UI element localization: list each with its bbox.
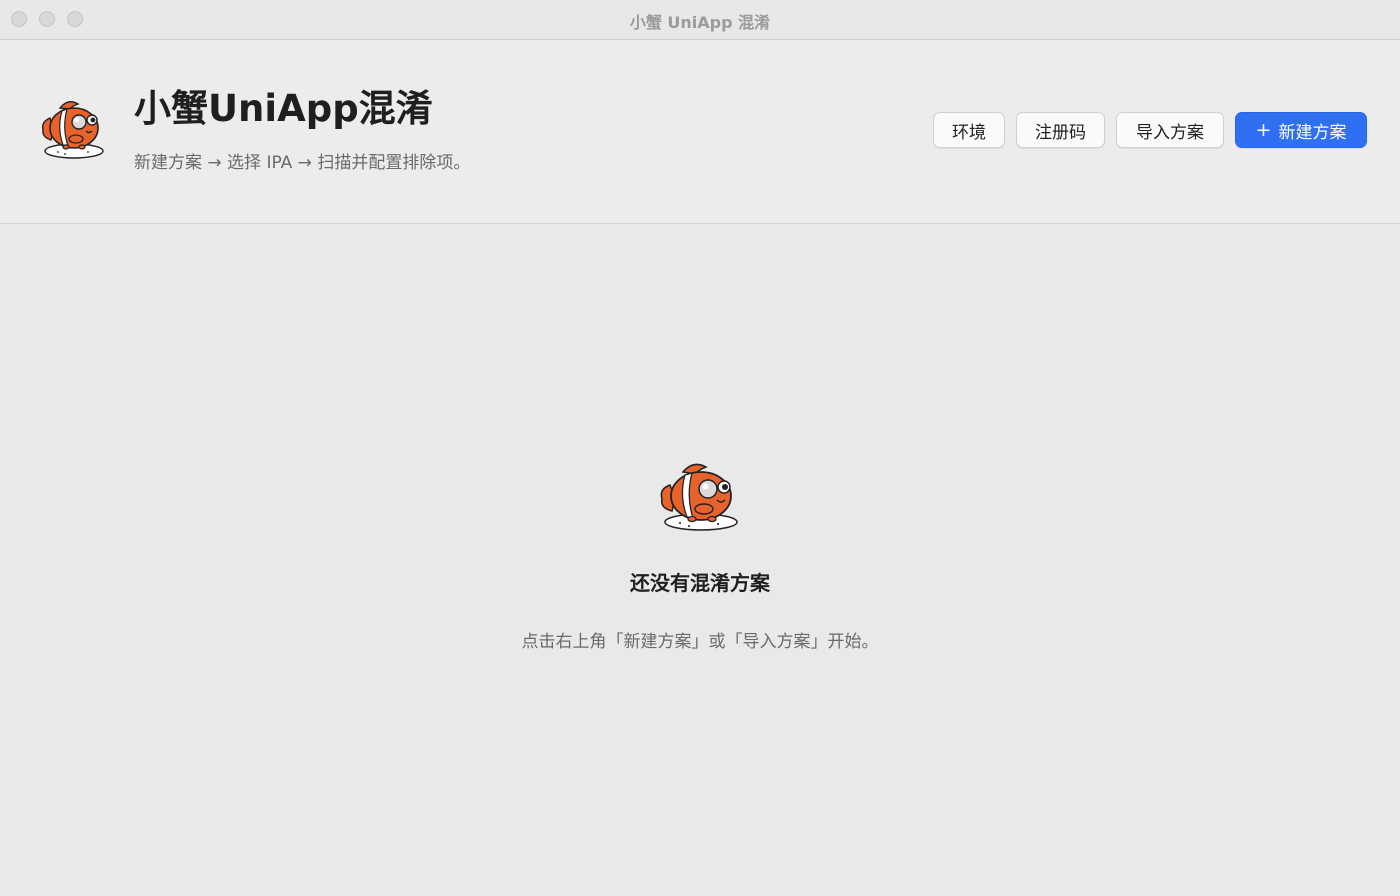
empty-state-hint: 点击右上角「新建方案」或「导入方案」开始。 [521, 632, 879, 652]
header: 小蟹UniApp混淆 新建方案 → 选择 IPA → 扫描并配置排除项。 环境 … [0, 40, 1400, 224]
registration-code-button-label: 注册码 [1035, 122, 1086, 143]
app-subtitle: 新建方案 → 选择 IPA → 扫描并配置排除项。 [134, 153, 471, 173]
empty-state-title: 还没有混淆方案 [630, 571, 770, 595]
new-plan-button[interactable]: + 新建方案 [1235, 112, 1367, 148]
clownfish-logo-icon [41, 101, 104, 159]
new-plan-button-label: 新建方案 [1278, 122, 1347, 143]
import-plan-button-label: 导入方案 [1136, 122, 1204, 143]
registration-code-button[interactable]: 注册码 [1016, 112, 1105, 148]
environment-button-label: 环境 [952, 122, 986, 143]
app-window: 小蟹 UniApp 混淆 小蟹UniApp混淆 新建方案 → 选择 IPA → … [0, 0, 1400, 896]
title-bar: 小蟹 UniApp 混淆 [0, 0, 1400, 40]
plus-icon: + [1255, 119, 1272, 141]
environment-button[interactable]: 环境 [933, 112, 1005, 148]
window-title: 小蟹 UniApp 混淆 [629, 13, 771, 32]
empty-state: 还没有混淆方案 点击右上角「新建方案」或「导入方案」开始。 [0, 224, 1400, 896]
import-plan-button[interactable]: 导入方案 [1116, 112, 1224, 148]
app-title: 小蟹UniApp混淆 [134, 87, 433, 130]
clownfish-icon [660, 463, 738, 531]
